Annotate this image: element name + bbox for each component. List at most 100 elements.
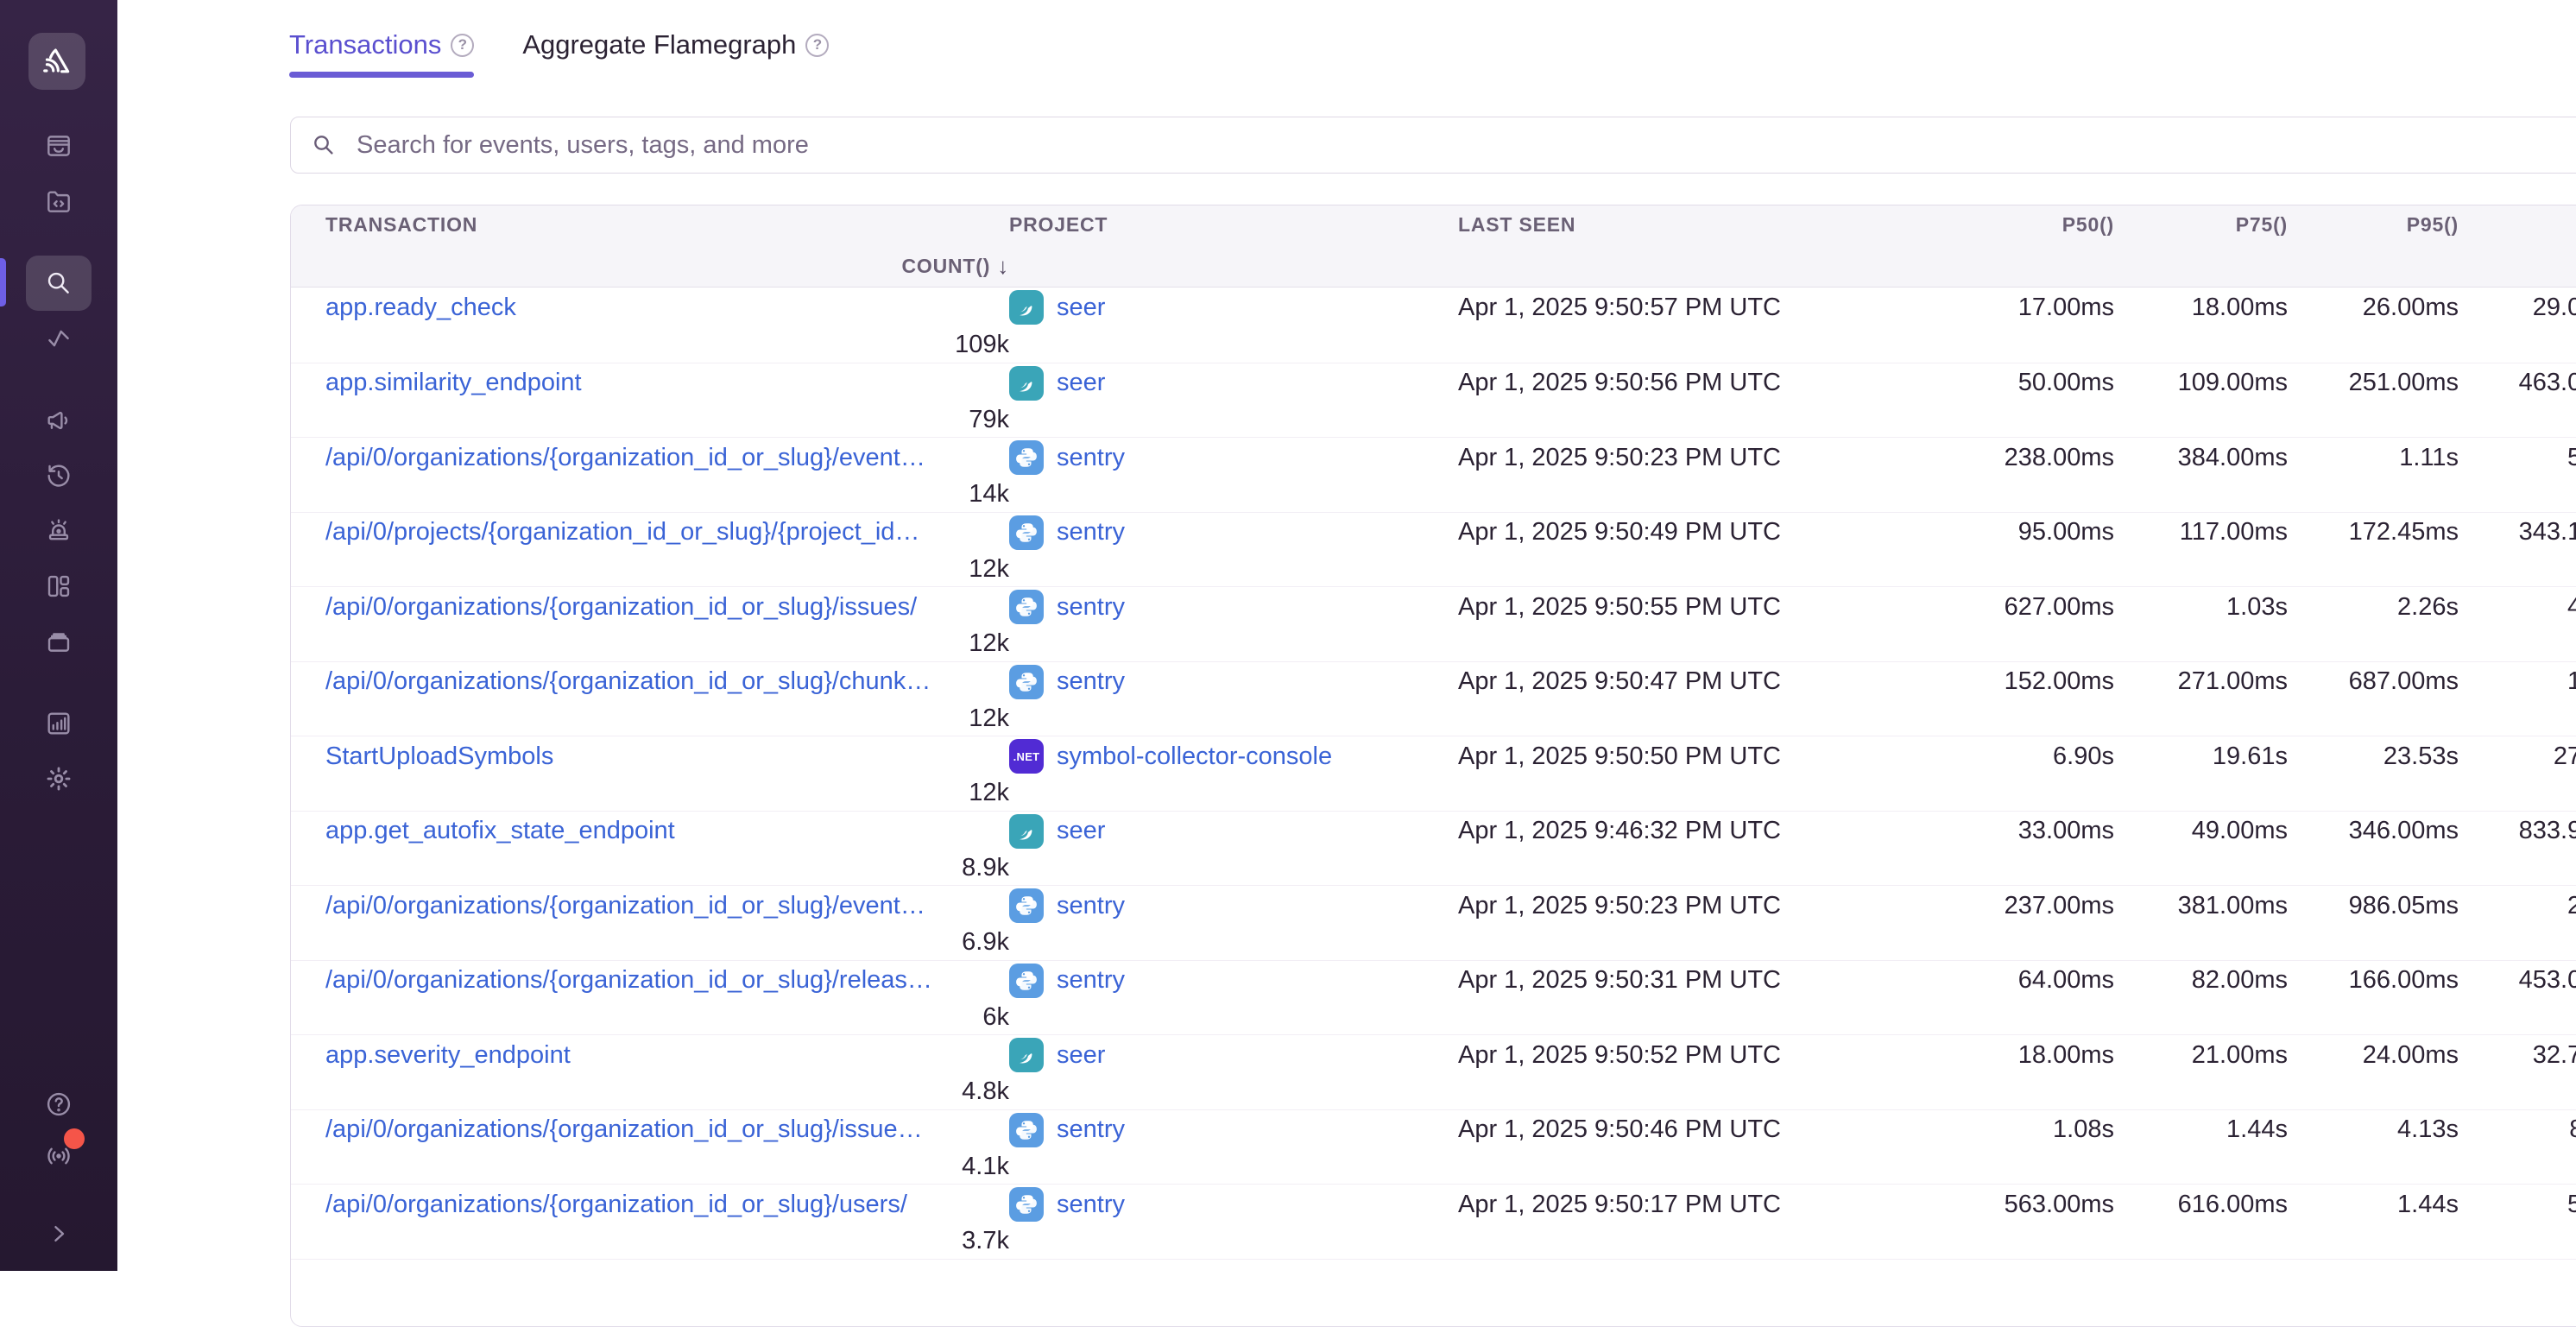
p99-cell: 453.06ms [2459, 966, 2576, 995]
sidebar-item-help[interactable] [26, 1078, 92, 1130]
transaction-link[interactable]: app.get_autofix_state_endpoint [325, 817, 675, 844]
p50-cell: 50.00ms [1943, 369, 2114, 397]
table-body: app.ready_checkseerApr 1, 2025 9:50:57 P… [291, 288, 2576, 1276]
project-link[interactable]: sentry [1057, 518, 1125, 547]
column-header-transaction[interactable]: TRANSACTION [291, 213, 1009, 237]
last-seen-cell: Apr 1, 2025 9:50:31 PM UTC [1458, 966, 1943, 995]
sidebar-item-issues[interactable] [26, 118, 92, 174]
project-link[interactable]: seer [1057, 369, 1105, 397]
search-input[interactable] [290, 117, 2576, 174]
transaction-cell: /api/0/organizations/{organization_id_or… [291, 667, 1009, 696]
project-link[interactable]: symbol-collector-console [1057, 742, 1332, 771]
sidebar-item-settings[interactable] [26, 751, 92, 806]
transaction-cell: app.similarity_endpoint [291, 369, 1009, 397]
transaction-link[interactable]: app.severity_endpoint [325, 1041, 571, 1069]
column-header-count[interactable]: COUNT()↓ [291, 252, 1009, 279]
megaphone-icon [44, 406, 73, 435]
sentry-logo-icon [38, 42, 76, 80]
p99-cell: 833.90ms [2459, 817, 2576, 845]
column-header-p50[interactable]: P50() [1943, 213, 2114, 237]
sidebar-item-collapse[interactable] [26, 1208, 92, 1260]
transaction-link[interactable]: StartUploadSymbols [325, 742, 553, 770]
sidebar-item-replays[interactable] [26, 448, 92, 503]
project-link[interactable]: sentry [1057, 1191, 1125, 1219]
transactions-help-icon[interactable]: ? [451, 34, 474, 57]
transaction-link[interactable]: /api/0/organizations/{organization_id_or… [325, 1115, 923, 1143]
table-row: StartUploadSymbols.NETsymbol-collector-c… [291, 736, 2576, 811]
column-header-p95[interactable]: P95() [2288, 213, 2459, 237]
column-header-last_seen[interactable]: LAST SEEN [1458, 213, 1943, 237]
count-cell: 14k [291, 480, 1009, 509]
transaction-link[interactable]: /api/0/projects/{organization_id_or_slug… [325, 518, 919, 546]
transaction-link[interactable]: /api/0/organizations/{organization_id_or… [325, 593, 917, 621]
transaction-link[interactable]: /api/0/organizations/{organization_id_or… [325, 892, 925, 919]
p50-cell: 238.00ms [1943, 444, 2114, 472]
column-header-label: P75() [2236, 213, 2288, 236]
sort-desc-arrow-icon: ↓ [997, 253, 1009, 280]
transaction-link[interactable]: app.ready_check [325, 294, 516, 321]
sidebar-item-feedback[interactable] [26, 393, 92, 448]
transaction-link[interactable]: app.similarity_endpoint [325, 369, 582, 396]
p95-cell: 24.00ms [2288, 1041, 2459, 1070]
transaction-cell: /api/0/organizations/{organization_id_or… [291, 593, 1009, 622]
transaction-cell: /api/0/organizations/{organization_id_or… [291, 966, 1009, 995]
tab-transactions[interactable]: Transactions ? [289, 28, 474, 78]
last-seen-cell: Apr 1, 2025 9:50:47 PM UTC [1458, 667, 1943, 696]
project-link[interactable]: sentry [1057, 1115, 1125, 1144]
column-header-p99[interactable]: P99() [2459, 213, 2576, 237]
transaction-link[interactable]: /api/0/organizations/{organization_id_or… [325, 667, 931, 695]
sidebar-item-explore[interactable] [26, 256, 92, 311]
project-link[interactable]: seer [1057, 1041, 1105, 1070]
sidebar-item-dashboards[interactable] [26, 559, 92, 614]
project-link[interactable]: sentry [1057, 966, 1125, 995]
table-header: TRANSACTIONPROJECTLAST SEENP50() P75()P95… [291, 205, 2576, 288]
column-header-project[interactable]: PROJECT [1009, 213, 1458, 237]
p99-cell: 463.00ms [2459, 369, 2576, 397]
project-link[interactable]: seer [1057, 817, 1105, 845]
stats-icon [44, 709, 73, 738]
column-header-p75[interactable]: P75() [2114, 213, 2288, 237]
p95-cell: 166.00ms [2288, 966, 2459, 995]
chevron-right-icon [44, 1219, 73, 1248]
p75-cell: 1.44s [2114, 1115, 2288, 1144]
tab-aggregate-flamegraph[interactable]: Aggregate Flamegraph ? [522, 28, 829, 78]
project-cell: sentry [1009, 440, 1458, 475]
sidebar-item-traces[interactable] [26, 311, 92, 366]
p75-cell: 616.00ms [2114, 1191, 2288, 1219]
p75-cell: 117.00ms [2114, 518, 2288, 547]
project-link[interactable]: sentry [1057, 667, 1125, 696]
last-seen-cell: Apr 1, 2025 9:50:56 PM UTC [1458, 369, 1943, 397]
project-link[interactable]: sentry [1057, 444, 1125, 472]
project-link[interactable]: seer [1057, 294, 1105, 322]
table-row: /api/0/organizations/{organization_id_or… [291, 437, 2576, 512]
last-seen-cell: Apr 1, 2025 9:50:46 PM UTC [1458, 1115, 1943, 1144]
p99-cell: 29.00ms [2459, 294, 2576, 322]
sidebar-item-crons[interactable] [26, 614, 92, 669]
p99-cell: 5.36s [2459, 1191, 2576, 1219]
sidebar-item-whats-new[interactable] [26, 1130, 92, 1182]
dashboards-icon [44, 572, 73, 601]
count-cell: 4.8k [291, 1077, 1009, 1106]
p75-cell: 109.00ms [2114, 369, 2288, 397]
sidebar-item-stats[interactable] [26, 696, 92, 751]
clock-history-icon [44, 461, 73, 490]
main-content: Transactions ? Aggregate Flamegraph ? TR… [117, 0, 2576, 1271]
p99-cell: 5.03s [2459, 444, 2576, 472]
table-row: /api/0/organizations/{organization_id_or… [291, 661, 2576, 736]
transaction-link[interactable]: /api/0/organizations/{organization_id_or… [325, 1191, 907, 1218]
count-cell: 12k [291, 705, 1009, 733]
p99-cell: 2.83s [2459, 892, 2576, 920]
project-link[interactable]: sentry [1057, 892, 1125, 920]
aggregate-flamegraph-help-icon[interactable]: ? [805, 34, 829, 57]
sentry-logo[interactable] [28, 33, 85, 90]
sidebar-item-alerts[interactable] [26, 503, 92, 559]
siren-icon [44, 516, 73, 546]
transaction-link[interactable]: /api/0/organizations/{organization_id_or… [325, 966, 932, 994]
python-platform-icon [1009, 888, 1044, 923]
p99-cell: 4.39s [2459, 593, 2576, 622]
project-link[interactable]: sentry [1057, 593, 1125, 622]
project-cell: seer [1009, 1038, 1458, 1072]
transaction-link[interactable]: /api/0/organizations/{organization_id_or… [325, 444, 925, 471]
search-icon [44, 269, 73, 298]
sidebar-item-projects[interactable] [26, 174, 92, 229]
